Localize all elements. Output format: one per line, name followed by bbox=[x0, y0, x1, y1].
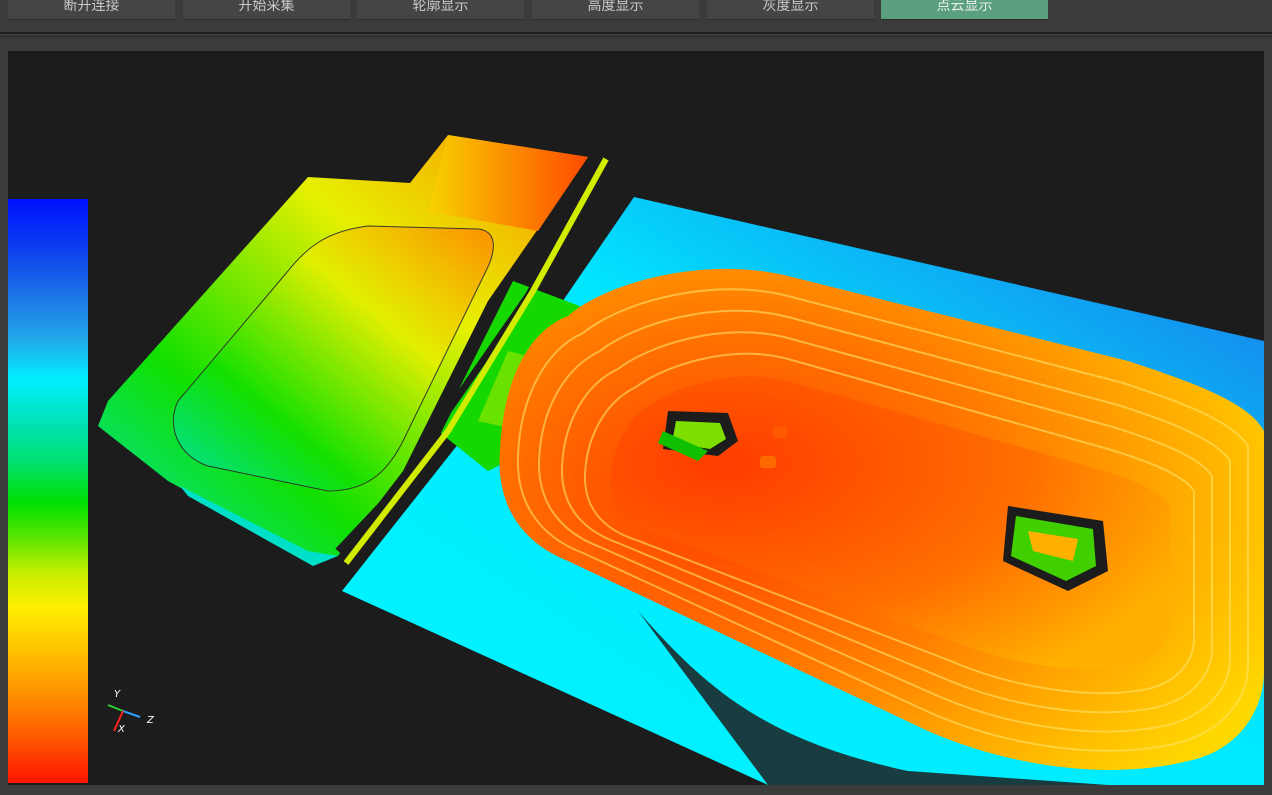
toolbar-divider bbox=[0, 32, 1272, 34]
point-cloud-render bbox=[98, 135, 1264, 785]
solder-pad-2 bbox=[760, 456, 776, 468]
display-mode-toolbar: 断开连接 开始采集 轮廓显示 高度显示 灰度显示 点云显示 bbox=[0, 0, 1272, 37]
height-display-tab[interactable]: 高度显示 bbox=[532, 0, 699, 20]
disconnect-tab[interactable]: 断开连接 bbox=[8, 0, 175, 20]
start-capture-tab[interactable]: 开始采集 bbox=[183, 0, 350, 20]
toolbar-divider-inner bbox=[0, 36, 1272, 37]
point-cloud-display-tab[interactable]: 点云显示 bbox=[881, 0, 1048, 20]
contour-display-tab[interactable]: 轮廓显示 bbox=[357, 0, 524, 20]
axis-x-label: X bbox=[118, 724, 125, 735]
axis-z-label: Z bbox=[147, 715, 154, 726]
point-cloud-viewport[interactable]: Y Z X bbox=[8, 51, 1264, 785]
axis-triad: Y Z X bbox=[98, 687, 158, 747]
bottom-border bbox=[0, 785, 1272, 795]
solder-pad-1 bbox=[773, 426, 787, 438]
gray-display-tab[interactable]: 灰度显示 bbox=[707, 0, 874, 20]
axis-y-label: Y bbox=[114, 689, 121, 700]
height-colorbar bbox=[8, 199, 88, 783]
